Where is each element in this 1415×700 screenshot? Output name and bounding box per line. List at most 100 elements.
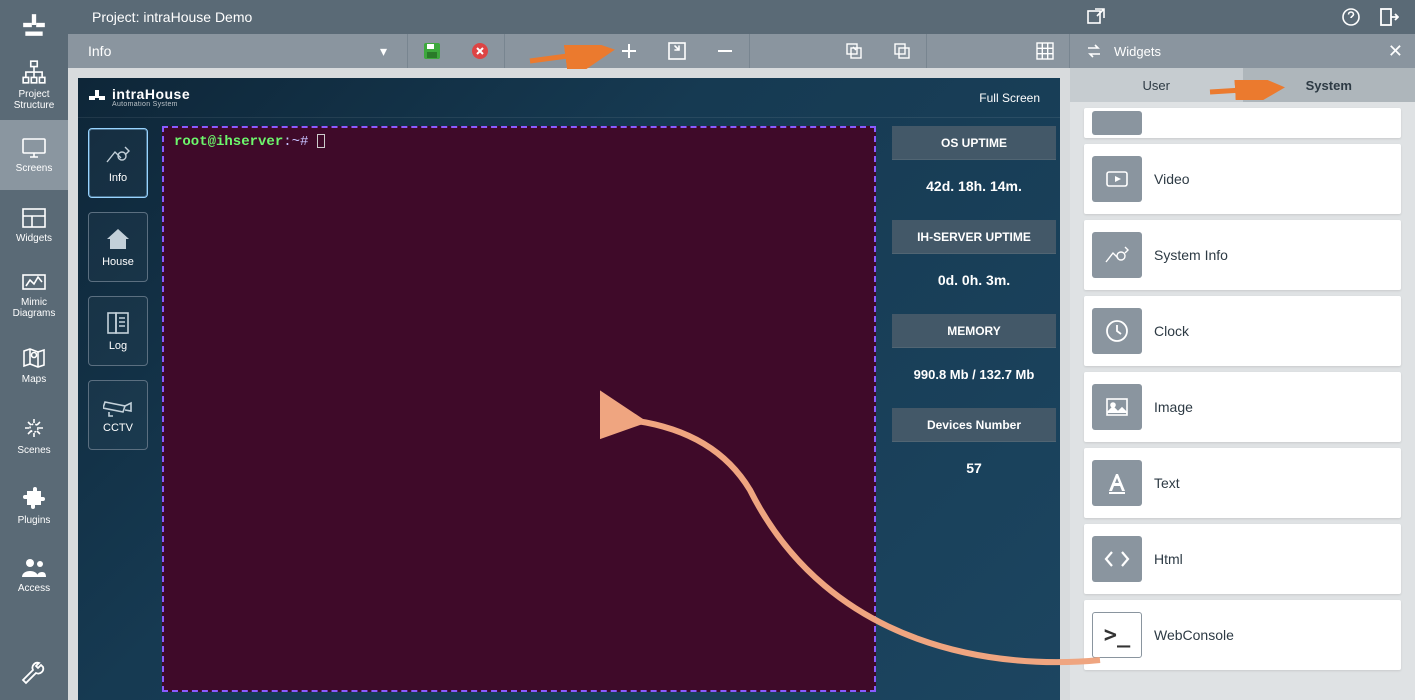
widget-item-webconsole[interactable]: >_ WebConsole — [1084, 600, 1401, 670]
widget-item-video[interactable]: Video — [1084, 144, 1401, 214]
nav-scenes[interactable]: Scenes — [0, 400, 68, 470]
nav-label: Project Structure — [0, 89, 68, 111]
app-logo — [0, 0, 68, 50]
code-icon — [1092, 536, 1142, 582]
log-icon — [105, 310, 131, 336]
widget-item-html[interactable]: Html — [1084, 524, 1401, 594]
side-tab-info[interactable]: Info — [88, 128, 148, 198]
console-user: root@ihserver — [174, 134, 283, 150]
image-icon — [1092, 384, 1142, 430]
video-icon — [1092, 156, 1142, 202]
tab-label: System — [1306, 78, 1352, 93]
close-icon[interactable]: ✕ — [1388, 41, 1403, 62]
side-tab-label: CCTV — [103, 422, 133, 434]
widget-item-image[interactable]: Image — [1084, 372, 1401, 442]
tree-icon — [21, 59, 47, 85]
side-tab-log[interactable]: Log — [88, 296, 148, 366]
help-icon[interactable] — [1341, 7, 1361, 27]
side-tab-cctv[interactable]: CCTV — [88, 380, 148, 450]
widget-label: Text — [1154, 475, 1180, 491]
layer-front-button[interactable] — [830, 34, 878, 68]
widget-thumb — [1092, 111, 1142, 135]
save-icon — [423, 42, 441, 60]
undock-icon[interactable] — [1086, 7, 1106, 27]
nav-widgets[interactable]: Widgets — [0, 190, 68, 260]
terminal-icon: >_ — [1092, 612, 1142, 658]
widget-label: System Info — [1154, 247, 1228, 263]
nav-plugins[interactable]: Plugins — [0, 470, 68, 540]
expand-button[interactable] — [653, 34, 701, 68]
exit-icon[interactable] — [1379, 7, 1399, 27]
nav-screens[interactable]: Screens — [0, 120, 68, 190]
panel-top-icons — [1070, 0, 1415, 34]
grid-button[interactable] — [1021, 34, 1069, 68]
console-cursor — [317, 134, 325, 148]
screen-dropdown[interactable]: Info ▾ — [68, 34, 408, 68]
nav-project-structure[interactable]: Project Structure — [0, 50, 68, 120]
side-tab-label: Log — [109, 340, 127, 352]
tab-system[interactable]: System — [1243, 68, 1415, 102]
chevron-down-icon: ▾ — [380, 43, 387, 60]
screen-preview: intraHouse Automation System Full Screen… — [78, 78, 1060, 700]
nav-settings[interactable] — [0, 652, 68, 700]
left-nav: Project Structure Screens Widgets Mimic … — [0, 0, 68, 700]
side-tab-house[interactable]: House — [88, 212, 148, 282]
monitor-icon — [21, 137, 47, 159]
plus-icon — [620, 42, 638, 60]
users-icon — [20, 557, 48, 579]
widget-label: Html — [1154, 551, 1183, 567]
tab-user[interactable]: User — [1070, 68, 1243, 102]
widget-item-clock[interactable]: Clock — [1084, 296, 1401, 366]
webconsole-widget[interactable]: root@ihserver:~# — [162, 126, 876, 692]
nav-mimic-diagrams[interactable]: Mimic Diagrams — [0, 260, 68, 330]
remove-button[interactable] — [701, 34, 749, 68]
layer-back-button[interactable] — [878, 34, 926, 68]
tab-label: User — [1143, 78, 1170, 93]
widget-item-text[interactable]: Text — [1084, 448, 1401, 518]
dropdown-value: Info — [88, 43, 111, 59]
nav-label: Widgets — [16, 233, 52, 244]
swap-icon[interactable] — [1086, 43, 1102, 59]
stat-title: Devices Number — [892, 408, 1056, 442]
cancel-button[interactable] — [456, 34, 504, 68]
fullscreen-link[interactable]: Full Screen — [979, 91, 1040, 105]
save-button[interactable] — [408, 34, 456, 68]
stat-title: OS UPTIME — [892, 126, 1056, 160]
nav-access[interactable]: Access — [0, 540, 68, 610]
nav-label: Mimic Diagrams — [0, 297, 68, 319]
minus-icon — [716, 42, 734, 60]
diagram-icon — [21, 271, 47, 293]
expand-icon — [668, 42, 686, 60]
nav-label: Plugins — [18, 515, 51, 526]
close-circle-icon — [471, 42, 489, 60]
nav-label: Access — [18, 583, 50, 594]
puzzle-icon — [21, 485, 47, 511]
widget-item-systeminfo[interactable]: System Info — [1084, 220, 1401, 290]
layout-icon — [21, 207, 47, 229]
panel-title-bar: Widgets ✕ — [1070, 34, 1415, 68]
stat-title: IH-SERVER UPTIME — [892, 220, 1056, 254]
canvas-area: intraHouse Automation System Full Screen… — [68, 68, 1070, 700]
nav-maps[interactable]: Maps — [0, 330, 68, 400]
stat-value: 42d. 18h. 14m. — [892, 160, 1056, 212]
stat-value: 57 — [892, 442, 1056, 494]
stat-value: 0d. 0h. 3m. — [892, 254, 1056, 306]
brand-tag: Automation System — [112, 101, 190, 108]
text-icon — [1092, 460, 1142, 506]
wrench-icon — [21, 661, 47, 687]
preview-side-tabs: Info House Log — [78, 118, 158, 700]
project-title: Project: intraHouse Demo — [92, 9, 252, 25]
scenes-icon — [21, 415, 47, 441]
console-line: root@ihserver:~# — [164, 128, 874, 156]
side-tab-label: House — [102, 256, 134, 268]
preview-header: intraHouse Automation System Full Screen — [78, 78, 1060, 118]
side-tab-label: Info — [109, 172, 127, 184]
widget-list[interactable]: Video System Info Clock Image Text — [1070, 102, 1415, 700]
panel-title: Widgets — [1114, 44, 1161, 59]
add-button[interactable] — [605, 34, 653, 68]
widget-item[interactable] — [1084, 108, 1401, 138]
toolbar: Info ▾ — [68, 34, 1070, 68]
widgets-panel: Widgets ✕ User System Video System Info — [1070, 0, 1415, 700]
camera-icon — [103, 396, 133, 418]
nav-label: Screens — [16, 163, 53, 174]
